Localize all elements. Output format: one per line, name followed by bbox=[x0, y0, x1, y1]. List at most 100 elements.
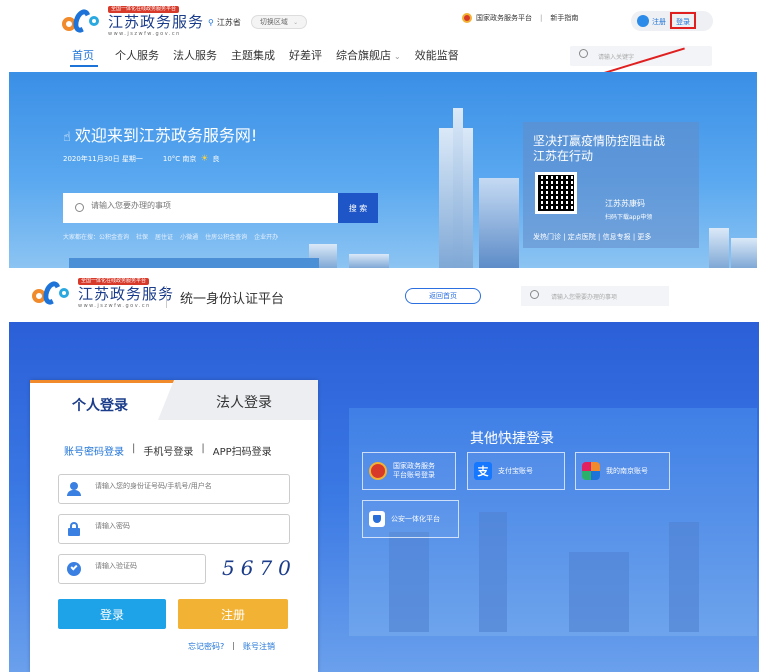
back-home-button[interactable]: 返回首页 bbox=[405, 288, 481, 304]
forgot-password-link[interactable]: 忘记密码? bbox=[188, 641, 224, 652]
banner-search: 搜 索 bbox=[63, 193, 378, 223]
promo-title-1: 坚决打赢疫情防控阻击战 bbox=[533, 134, 666, 148]
date-text: 2020年11月30日 星期一 bbox=[63, 155, 143, 163]
account-field bbox=[58, 474, 290, 504]
qr-code-icon bbox=[535, 172, 577, 214]
login-search-placeholder: 请输入您需要办理的事项 bbox=[551, 294, 618, 301]
national-emblem-icon bbox=[369, 462, 387, 480]
sun-icon: ☀ bbox=[200, 154, 209, 164]
shield-check-icon bbox=[67, 562, 81, 576]
card-footer-links: 忘记密码? | 账号注销 bbox=[188, 641, 275, 652]
captcha-input[interactable] bbox=[95, 562, 195, 570]
banner-search-input[interactable] bbox=[91, 201, 331, 210]
hero-banner: ☝ 欢迎来到江苏政务服务网! 2020年11月30日 星期一 10°C 南京 ☀ … bbox=[9, 72, 757, 268]
quick-login-title: 其他快捷登录 bbox=[470, 431, 554, 447]
method-password[interactable]: 账号密码登录 bbox=[64, 443, 124, 458]
search-icon bbox=[530, 290, 539, 299]
tab-legal[interactable]: 法人登录 bbox=[158, 380, 318, 420]
epidemic-promo[interactable]: 坚决打赢疫情防控阻击战 江苏在行动 江苏苏康码 扫码下载app申领 发热门诊 |… bbox=[523, 122, 699, 248]
nav-home[interactable]: 首页 bbox=[72, 47, 94, 63]
login-link[interactable]: 登录 bbox=[676, 17, 690, 27]
password-input[interactable] bbox=[95, 522, 275, 530]
nav-active-underline bbox=[70, 65, 98, 67]
search-icon bbox=[75, 203, 84, 212]
platform-title: 统一身份认证平台 bbox=[180, 292, 285, 307]
user-area: 注册 登录 bbox=[631, 11, 713, 31]
logo-name: 江苏政务服务 bbox=[78, 285, 175, 303]
promo-code-tip: 扫码下载app申领 bbox=[605, 214, 653, 221]
separator: | bbox=[540, 14, 543, 22]
air-quality: 良 bbox=[212, 155, 220, 163]
nav-theme[interactable]: 主题集成 bbox=[231, 47, 275, 63]
login-header-search[interactable]: 请输入您需要办理的事项 bbox=[521, 286, 669, 306]
police-shield-icon bbox=[369, 511, 385, 527]
quick-login-police[interactable]: 公安一体化平台 bbox=[362, 500, 459, 538]
user-icon bbox=[67, 482, 81, 496]
nav-review[interactable]: 好差评 bbox=[289, 47, 322, 63]
hot-search: 大家都在搜： 公积金查询 社保 居住证 小微通 住房公积金查询 企业开办 bbox=[63, 232, 278, 241]
method-app[interactable]: APP扫码登录 bbox=[213, 443, 272, 458]
captcha-field bbox=[58, 554, 206, 584]
hot-item[interactable]: 公积金查询 bbox=[99, 232, 129, 241]
promo-title-2: 江苏在行动 bbox=[533, 149, 594, 163]
logo-url: www.jszwfw.gov.cn bbox=[108, 31, 181, 37]
hot-search-prefix: 大家都在搜： bbox=[63, 234, 100, 241]
nav-personal[interactable]: 个人服务 bbox=[115, 47, 159, 63]
weather-text: 10°C 南京 bbox=[162, 155, 197, 163]
hot-item[interactable]: 企业开办 bbox=[254, 232, 278, 241]
hand-icon: ☝ bbox=[63, 130, 71, 145]
chevron-down-icon: ⌄ bbox=[293, 19, 299, 26]
register-link[interactable]: 注册 bbox=[652, 17, 666, 27]
header-divider bbox=[166, 286, 167, 308]
login-logo[interactable]: 全国一体化在线政务服务平台 江苏政务服务 www.jszwfw.gov.cn bbox=[32, 278, 174, 309]
login-card: 个人登录 法人登录 账号密码登录 | 手机号登录 | APP扫码登录 请输入您的… bbox=[30, 380, 318, 672]
location-text: 江苏省 bbox=[216, 17, 241, 27]
logo-url: www.jszwfw.gov.cn bbox=[78, 303, 151, 309]
top-links: 国家政务服务平台 | 新手指南 bbox=[462, 13, 578, 23]
separator: | bbox=[232, 641, 235, 650]
nanjing-app-icon bbox=[582, 462, 600, 480]
alipay-icon: 支 bbox=[474, 462, 492, 480]
hot-item[interactable]: 住房公积金查询 bbox=[205, 232, 247, 241]
nav-supervision[interactable]: 效能监督 bbox=[415, 47, 459, 63]
hot-item[interactable]: 小微通 bbox=[180, 232, 198, 241]
lock-icon bbox=[67, 522, 81, 536]
user-avatar-icon bbox=[637, 15, 649, 27]
location-pin-icon: ⚲ bbox=[208, 17, 214, 27]
register-button[interactable]: 注册 bbox=[178, 599, 288, 629]
logo-name: 江苏政务服务 bbox=[108, 13, 205, 31]
page: 全国一体化在线政务服务平台 江苏政务服务 www.jszwfw.gov.cn ⚲… bbox=[0, 0, 770, 672]
promo-links[interactable]: 发热门诊 | 定点医院 | 信息专报 | 更多 bbox=[533, 232, 651, 242]
password-field bbox=[58, 514, 290, 544]
logo-mark-icon bbox=[62, 6, 102, 37]
hot-item[interactable]: 社保 bbox=[136, 232, 148, 241]
login-button[interactable]: 登录 bbox=[58, 599, 166, 629]
separator: | bbox=[201, 443, 205, 454]
logo-tag: 全国一体化在线政务服务平台 bbox=[78, 278, 150, 285]
quick-login-national[interactable]: 国家政务服务 平台账号登录 bbox=[362, 452, 456, 490]
location-area: ⚲ 江苏省 切换区域 ⌄ bbox=[208, 15, 308, 29]
nav-legal[interactable]: 法人服务 bbox=[173, 47, 217, 63]
separator: | bbox=[132, 443, 136, 454]
switch-region-button[interactable]: 切换区域 ⌄ bbox=[250, 15, 308, 29]
logo-mark-icon bbox=[32, 278, 72, 309]
promo-code-name: 江苏苏康码 bbox=[605, 199, 645, 208]
banner-search-button[interactable]: 搜 索 bbox=[338, 193, 378, 223]
national-platform-link[interactable]: 国家政务服务平台 bbox=[476, 13, 532, 23]
portal-screenshot: 全国一体化在线政务服务平台 江苏政务服务 www.jszwfw.gov.cn ⚲… bbox=[0, 0, 770, 268]
captcha-image[interactable]: 5670 bbox=[222, 556, 297, 580]
header-search[interactable]: 请输入关键字 bbox=[570, 46, 712, 66]
account-input[interactable] bbox=[95, 482, 275, 490]
cancel-account-link[interactable]: 账号注销 bbox=[243, 641, 275, 652]
quick-login-alipay[interactable]: 支 支付宝账号 bbox=[467, 452, 565, 490]
quick-login-nanjing[interactable]: 我的南京账号 bbox=[575, 452, 670, 490]
hot-item[interactable]: 居住证 bbox=[155, 232, 173, 241]
portal-logo[interactable]: 全国一体化在线政务服务平台 江苏政务服务 www.jszwfw.gov.cn bbox=[62, 6, 204, 37]
search-icon bbox=[579, 49, 588, 58]
nav-flagship[interactable]: 综合旗舰店 ⌄ bbox=[336, 47, 401, 63]
login-methods: 账号密码登录 | 手机号登录 | APP扫码登录 bbox=[64, 443, 272, 458]
method-phone[interactable]: 手机号登录 bbox=[143, 443, 193, 458]
guide-link[interactable]: 新手指南 bbox=[550, 13, 578, 23]
tab-personal[interactable]: 个人登录 bbox=[30, 380, 174, 420]
logo-tag: 全国一体化在线政务服务平台 bbox=[108, 6, 180, 13]
